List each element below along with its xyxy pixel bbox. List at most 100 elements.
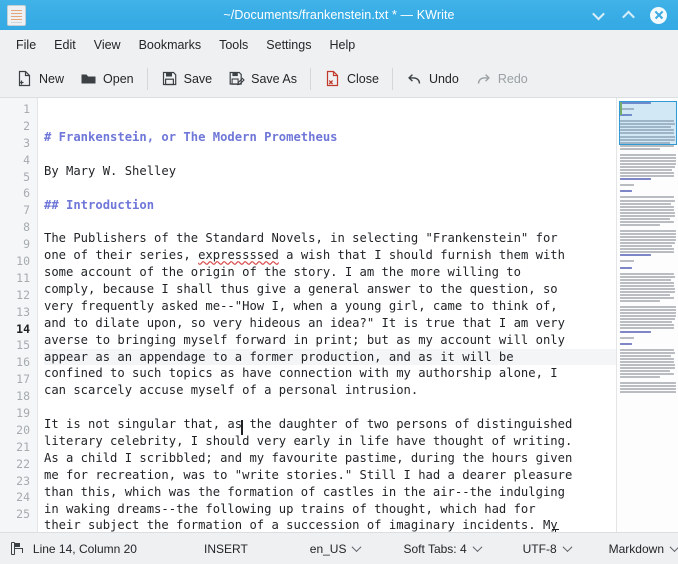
encoding-selector[interactable]: UTF-8 <box>523 542 573 556</box>
editor-line[interactable]: and to dilate upon, so very hideous an i… <box>44 315 616 332</box>
menu-tools[interactable]: Tools <box>210 34 257 56</box>
minimap-line <box>620 391 676 394</box>
editor-line[interactable]: comply, because I shall thus give a gene… <box>44 281 616 298</box>
editor-line[interactable] <box>44 180 616 197</box>
chevron-up-icon <box>622 10 635 23</box>
line-number: 3 <box>23 135 30 150</box>
dictionary-label: en_US <box>309 541 347 556</box>
tab-width-selector[interactable]: Soft Tabs: 4 <box>403 541 483 556</box>
status-bar: Line 14, Column 20 INSERT en_US Soft Tab… <box>0 532 678 564</box>
floppy-disk-icon <box>161 70 178 87</box>
minimap-line <box>620 330 651 333</box>
editor-line[interactable]: some account of the origin of the story.… <box>44 264 616 281</box>
insert-mode[interactable]: INSERT <box>204 542 248 556</box>
undo-button[interactable]: Undo <box>398 66 467 91</box>
highlight-mode-selector[interactable]: Markdown <box>609 542 678 556</box>
minimap-viewport[interactable] <box>619 101 677 145</box>
text-editor[interactable]: # Frankenstein, or The Modern Prometheus… <box>38 98 616 532</box>
editor-line[interactable]: The Publishers of the Standard Novels, i… <box>44 230 616 247</box>
minimap-line <box>620 348 674 351</box>
editor-line[interactable]: It is not singular that, as the daughter… <box>44 416 616 433</box>
line-number: 12 <box>16 287 30 302</box>
minimap-line <box>620 388 676 391</box>
minimap-line <box>620 297 674 299</box>
line-number: 23 <box>16 473 30 488</box>
line-number: 5 <box>23 169 30 184</box>
editor-line[interactable]: me for recreation, was to "write stories… <box>44 467 616 484</box>
minimap-line <box>620 251 674 254</box>
menu-bar: File Edit View Bookmarks Tools Settings … <box>0 30 678 60</box>
misspelled-word[interactable]: expressssed <box>198 248 279 262</box>
line-number: 2 <box>23 118 30 133</box>
redo-button[interactable]: Redo <box>467 66 536 91</box>
editor-line[interactable]: ## Introduction <box>44 197 616 214</box>
menu-edit[interactable]: Edit <box>45 34 85 56</box>
line-number: 21 <box>16 439 30 454</box>
minimap-line <box>620 242 675 245</box>
editor-line[interactable]: # Frankenstein, or The Modern Prometheus <box>44 129 616 146</box>
menu-bookmarks[interactable]: Bookmarks <box>130 34 211 56</box>
minimap-line <box>620 351 675 354</box>
minimap-line <box>620 205 674 208</box>
kwrite-window: ~/Documents/frankenstein.txt * — KWrite … <box>0 0 678 564</box>
editor-line[interactable]: literary celebrity, I should very early … <box>44 433 616 450</box>
minimap-line <box>620 312 676 315</box>
chevron-down-icon <box>592 7 605 20</box>
editor-line[interactable]: appear as an appendage to a former produ… <box>44 348 616 366</box>
editor-line[interactable]: confined to such topics as have connecti… <box>44 365 616 382</box>
editor-line[interactable]: very frequently asked me--"How I, when a… <box>44 298 616 315</box>
editor-line[interactable]: than this, which was the formation of ca… <box>44 484 616 501</box>
save-button[interactable]: Save <box>153 66 221 91</box>
title-bar: ~/Documents/frankenstein.txt * — KWrite <box>0 0 678 30</box>
dictionary-selector[interactable]: en_US <box>309 541 362 556</box>
menu-file[interactable]: File <box>7 34 45 56</box>
minimap-line <box>620 178 651 181</box>
menu-help[interactable]: Help <box>320 34 364 56</box>
editor-line[interactable]: their subject the formation of a success… <box>44 517 616 532</box>
minimap-line <box>620 342 632 345</box>
minimap-line <box>620 196 674 199</box>
new-button[interactable]: New <box>8 66 72 91</box>
minimize-button[interactable] <box>590 7 607 24</box>
close-icon <box>650 6 667 24</box>
editor-line[interactable] <box>44 399 616 416</box>
editor-line[interactable]: one of their series, expressssed a wish … <box>44 247 616 264</box>
editor-line[interactable]: averse to bringing myself forward in pri… <box>44 332 616 349</box>
markdown-heading: # Frankenstein, or The Modern Prometheus <box>44 130 338 144</box>
editor-line[interactable] <box>44 213 616 230</box>
minimap-line <box>620 159 676 162</box>
floppy-disk-icon[interactable] <box>11 542 23 555</box>
menu-view[interactable]: View <box>85 34 130 56</box>
open-button[interactable]: Open <box>72 66 142 91</box>
minimap-line <box>620 239 676 242</box>
minimap-line <box>620 315 676 318</box>
editor-line[interactable]: in waking dreams--the following up train… <box>44 501 616 518</box>
minimap-line <box>620 245 672 248</box>
minimap-line <box>620 376 660 379</box>
editor-line[interactable]: By Mary W. Shelley <box>44 163 616 180</box>
minimap-line <box>620 318 675 321</box>
minimap-line <box>620 327 674 330</box>
minimap-line <box>620 290 675 293</box>
save-button-label: Save <box>183 71 213 86</box>
window-controls <box>590 6 678 24</box>
window-title: ~/Documents/frankenstein.txt * — KWrite <box>223 8 455 22</box>
minimap-line <box>620 202 671 205</box>
editor-line[interactable]: can scarcely accuse myself of a personal… <box>44 382 616 399</box>
tab-width-label: Soft Tabs: 4 <box>403 541 467 556</box>
menu-settings[interactable]: Settings <box>257 34 320 56</box>
maximize-button[interactable] <box>620 7 637 24</box>
minimap-line <box>620 165 675 168</box>
minimap-line <box>620 382 676 385</box>
close-document-button[interactable]: Close <box>316 66 387 91</box>
close-document-label: Close <box>346 71 379 86</box>
close-button[interactable] <box>650 6 667 24</box>
editor-line[interactable] <box>44 146 616 163</box>
document-close-icon <box>324 70 341 87</box>
minimap-line <box>620 360 674 363</box>
line-number: 13 <box>16 304 30 319</box>
editor-line[interactable]: As a child I scribbled; and my favourite… <box>44 450 616 467</box>
save-as-button[interactable]: Save As <box>220 66 305 91</box>
line-number: 24 <box>16 490 30 505</box>
document-minimap[interactable] <box>616 98 678 532</box>
